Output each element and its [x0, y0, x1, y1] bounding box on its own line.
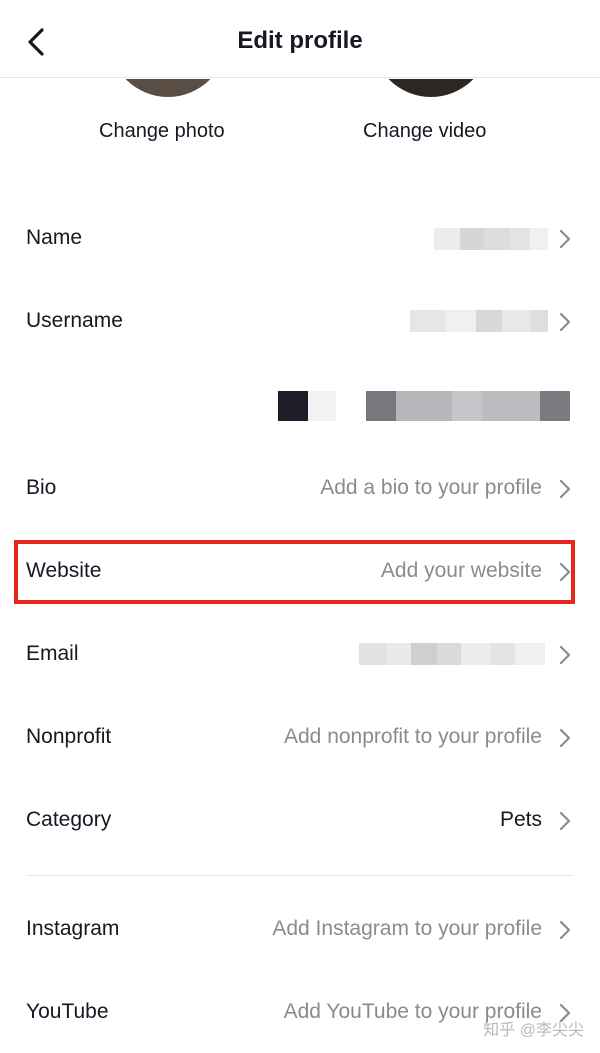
bio-value: Add a bio to your profile: [320, 476, 542, 499]
email-row[interactable]: Email: [0, 618, 600, 690]
chevron-right-icon: [559, 229, 571, 249]
instagram-label: Instagram: [26, 917, 120, 940]
chevron-right-icon: [559, 920, 571, 940]
redacted-field-row: [0, 380, 600, 430]
change-photo-button[interactable]: Change photo: [99, 120, 225, 143]
page-title: Edit profile: [237, 27, 363, 54]
bio-label: Bio: [26, 476, 57, 499]
category-row[interactable]: Category Pets: [0, 784, 600, 856]
website-value: Add your website: [380, 559, 542, 582]
username-value-redacted: [410, 310, 548, 332]
top-bar: Edit profile: [0, 0, 600, 78]
chevron-right-icon: [559, 811, 571, 831]
website-label: Website: [26, 559, 102, 582]
bio-row[interactable]: Bio Add a bio to your profile: [0, 452, 600, 524]
watermark-text: 知乎 @李尖尖: [483, 1022, 584, 1039]
nonprofit-row[interactable]: Nonprofit Add nonprofit to your profile: [0, 701, 600, 773]
instagram-value: Add Instagram to your profile: [272, 917, 542, 940]
name-row[interactable]: Name: [0, 202, 600, 274]
category-value: Pets: [499, 808, 542, 831]
redacted-block-left: [278, 391, 336, 421]
chevron-right-icon: [559, 312, 571, 332]
name-value-redacted: [434, 228, 548, 250]
profile-photo[interactable]: [109, 79, 227, 97]
profile-media-section: Change photo Change video: [0, 79, 600, 169]
category-label: Category: [26, 808, 112, 831]
username-row[interactable]: Username: [0, 285, 600, 357]
redacted-block-right: [366, 391, 570, 421]
chevron-right-icon: [559, 728, 571, 748]
nonprofit-label: Nonprofit: [26, 725, 112, 748]
section-divider: [26, 875, 574, 876]
chevron-right-icon: [559, 645, 571, 665]
profile-video[interactable]: [372, 79, 490, 97]
email-value-redacted: [359, 643, 545, 665]
email-label: Email: [26, 642, 79, 665]
youtube-label: YouTube: [26, 1000, 109, 1023]
nonprofit-value: Add nonprofit to your profile: [284, 725, 542, 748]
website-row[interactable]: Website Add your website: [0, 535, 600, 607]
change-video-button[interactable]: Change video: [363, 120, 486, 143]
username-label: Username: [26, 309, 123, 332]
chevron-right-icon: [559, 479, 571, 499]
chevron-right-icon: [559, 562, 571, 582]
name-label: Name: [26, 226, 83, 249]
instagram-row[interactable]: Instagram Add Instagram to your profile: [0, 893, 600, 965]
